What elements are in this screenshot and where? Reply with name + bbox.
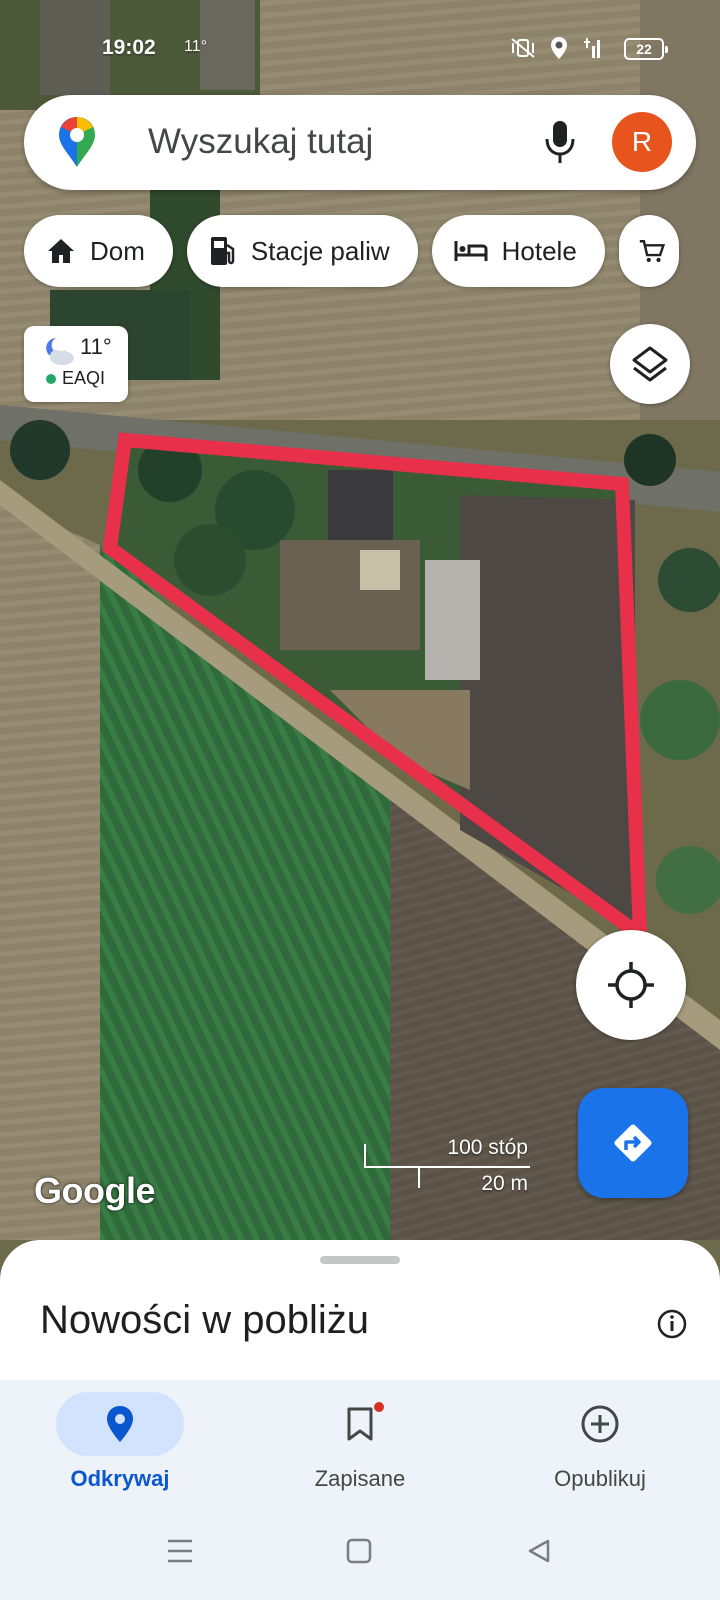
bottom-sheet[interactable]: Nowości w pobliżu (0, 1240, 720, 1380)
search-input[interactable]: Wyszukaj tutaj (148, 122, 373, 162)
chip-label: Hotele (501, 235, 577, 266)
scale-tick (364, 1144, 366, 1168)
gas-station-icon (210, 237, 235, 265)
chip-shopping[interactable] (618, 215, 679, 287)
vibrate-off-icon (511, 38, 535, 58)
scale-imperial: 100 stóp (447, 1136, 528, 1159)
location-icon (551, 37, 567, 59)
directions-icon (614, 1124, 652, 1162)
chip-label: Stacje paliw (250, 235, 390, 266)
status-bar: 19:02 11° 22 (0, 30, 720, 66)
back-icon[interactable] (526, 1538, 552, 1564)
nav-icon-container (536, 1392, 664, 1456)
layers-icon (632, 346, 668, 382)
crosshair-location-icon (608, 962, 654, 1008)
add-circle-icon (581, 1405, 619, 1443)
bottom-navigation: Odkrywaj Zapisane Opublikuj (0, 1380, 720, 1510)
notification-dot (374, 1402, 384, 1412)
chip-home[interactable]: Dom (24, 215, 173, 287)
my-location-button[interactable] (576, 930, 686, 1040)
location-pin-icon (107, 1406, 133, 1442)
air-quality-dot (46, 374, 56, 384)
sheet-title: Nowości w pobliżu (40, 1298, 370, 1342)
account-avatar[interactable]: R (612, 112, 672, 172)
partly-cloudy-night-icon (46, 338, 74, 365)
nav-label: Opublikuj (554, 1466, 646, 1491)
chip-hotels[interactable]: Hotele (431, 215, 605, 287)
google-logo: Google (34, 1170, 156, 1211)
nav-saved[interactable]: Zapisane (240, 1380, 480, 1510)
home-button-icon[interactable] (346, 1538, 372, 1564)
chip-gas-stations[interactable]: Stacje paliw (186, 215, 418, 287)
nav-explore[interactable]: Odkrywaj (0, 1380, 240, 1510)
microphone-icon[interactable] (544, 119, 576, 165)
directions-button[interactable] (578, 1088, 688, 1198)
battery-indicator: 22 (624, 38, 668, 60)
weather-temperature: 11° (80, 334, 112, 359)
chip-label: Dom (90, 235, 145, 266)
category-chips: Dom Stacje paliw Hotele (24, 215, 679, 287)
nav-icon-container (296, 1392, 424, 1456)
scale-tick (418, 1166, 420, 1188)
status-icons (510, 36, 602, 60)
signal-icon (584, 38, 600, 58)
google-maps-logo-icon (59, 117, 95, 167)
bookmark-icon (347, 1407, 373, 1441)
shopping-cart-icon (639, 240, 665, 262)
scale-line (364, 1166, 530, 1168)
nav-label: Zapisane (314, 1466, 406, 1491)
nav-contribute[interactable]: Opublikuj (480, 1380, 720, 1510)
nav-label: Odkrywaj (70, 1466, 170, 1491)
status-temperature: 11° (184, 38, 208, 55)
air-quality-label: EAQI (62, 368, 106, 388)
info-icon[interactable] (656, 1308, 688, 1340)
recent-apps-icon[interactable] (166, 1538, 194, 1564)
map-layers-button[interactable] (610, 324, 690, 404)
nav-icon-container (56, 1392, 184, 1456)
home-icon (48, 239, 74, 263)
system-navigation-bar (0, 1510, 720, 1600)
sheet-drag-handle[interactable] (320, 1256, 400, 1264)
bed-icon (454, 241, 488, 261)
map-scale: 100 stóp 20 m (364, 1136, 530, 1195)
weather-widget[interactable]: 11° EAQI (24, 326, 128, 402)
status-time: 19:02 (102, 36, 156, 59)
search-bar[interactable]: Wyszukaj tutaj R (24, 95, 696, 190)
scale-metric: 20 m (481, 1172, 528, 1195)
